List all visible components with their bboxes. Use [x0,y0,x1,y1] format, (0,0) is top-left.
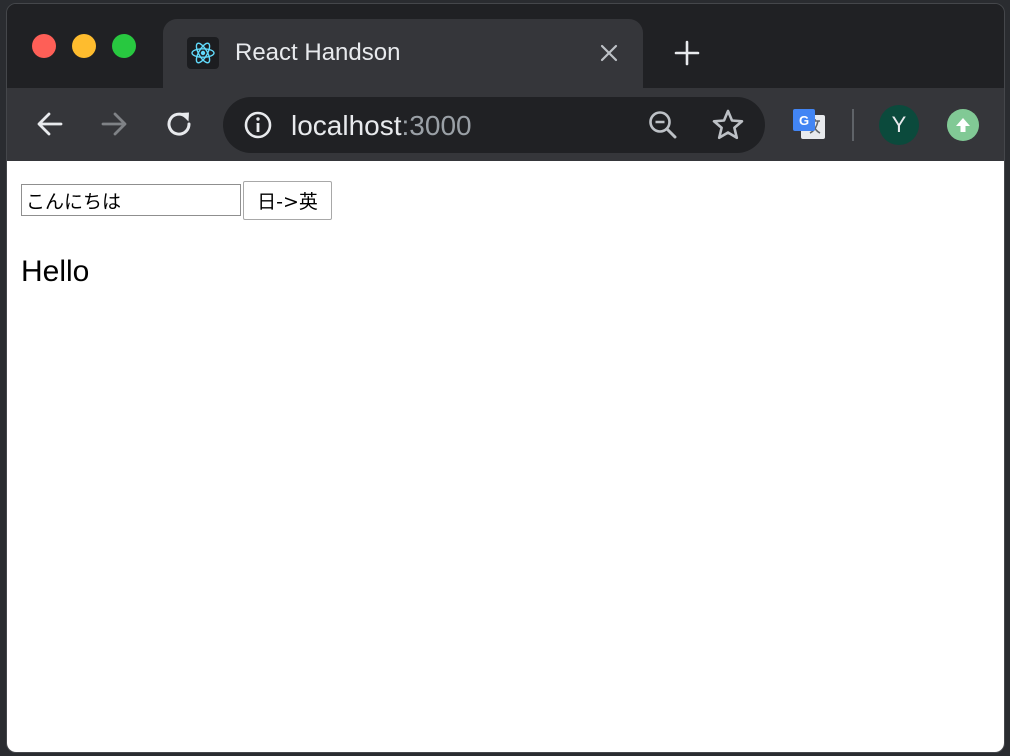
reload-icon[interactable] [162,107,196,141]
title-bar: React Handson [7,4,1004,88]
profile-initial: Y [891,112,907,137]
url-text: localhost:3000 [291,110,472,142]
tab-close-icon[interactable] [595,39,623,67]
back-arrow-icon[interactable] [33,107,67,141]
browser-toolbar: localhost:3000 G Y [7,88,1004,161]
window-minimize-button[interactable] [72,34,96,58]
address-bar[interactable]: localhost:3000 [223,97,765,153]
zoom-out-icon[interactable] [647,109,679,141]
browser-window: React Handson localhost:3000 G Y こんにちは 日… [6,3,1005,753]
new-tab-icon[interactable] [671,37,703,69]
window-maximize-button[interactable] [112,34,136,58]
react-logo-icon [187,37,219,69]
translation-result: Hello [21,255,90,288]
toolbar-divider [852,109,854,141]
svg-text:G: G [799,113,809,128]
tab-title: React Handson [235,39,401,66]
url-host: localhost [291,110,402,141]
site-info-icon[interactable] [243,110,273,140]
translate-ja-en-button[interactable]: 日->英 [243,181,332,220]
browser-tab[interactable]: React Handson [163,19,643,88]
forward-arrow-icon[interactable] [97,107,131,141]
window-close-button[interactable] [32,34,56,58]
bookmark-star-icon[interactable] [711,108,745,142]
page-viewport: 日->英 Hello [7,161,1004,752]
profile-avatar[interactable]: Y [879,105,919,145]
url-port: :3000 [401,110,472,141]
google-translate-icon[interactable]: G [791,106,827,142]
japanese-text-input[interactable] [21,184,241,216]
update-arrow-icon[interactable] [947,109,979,141]
